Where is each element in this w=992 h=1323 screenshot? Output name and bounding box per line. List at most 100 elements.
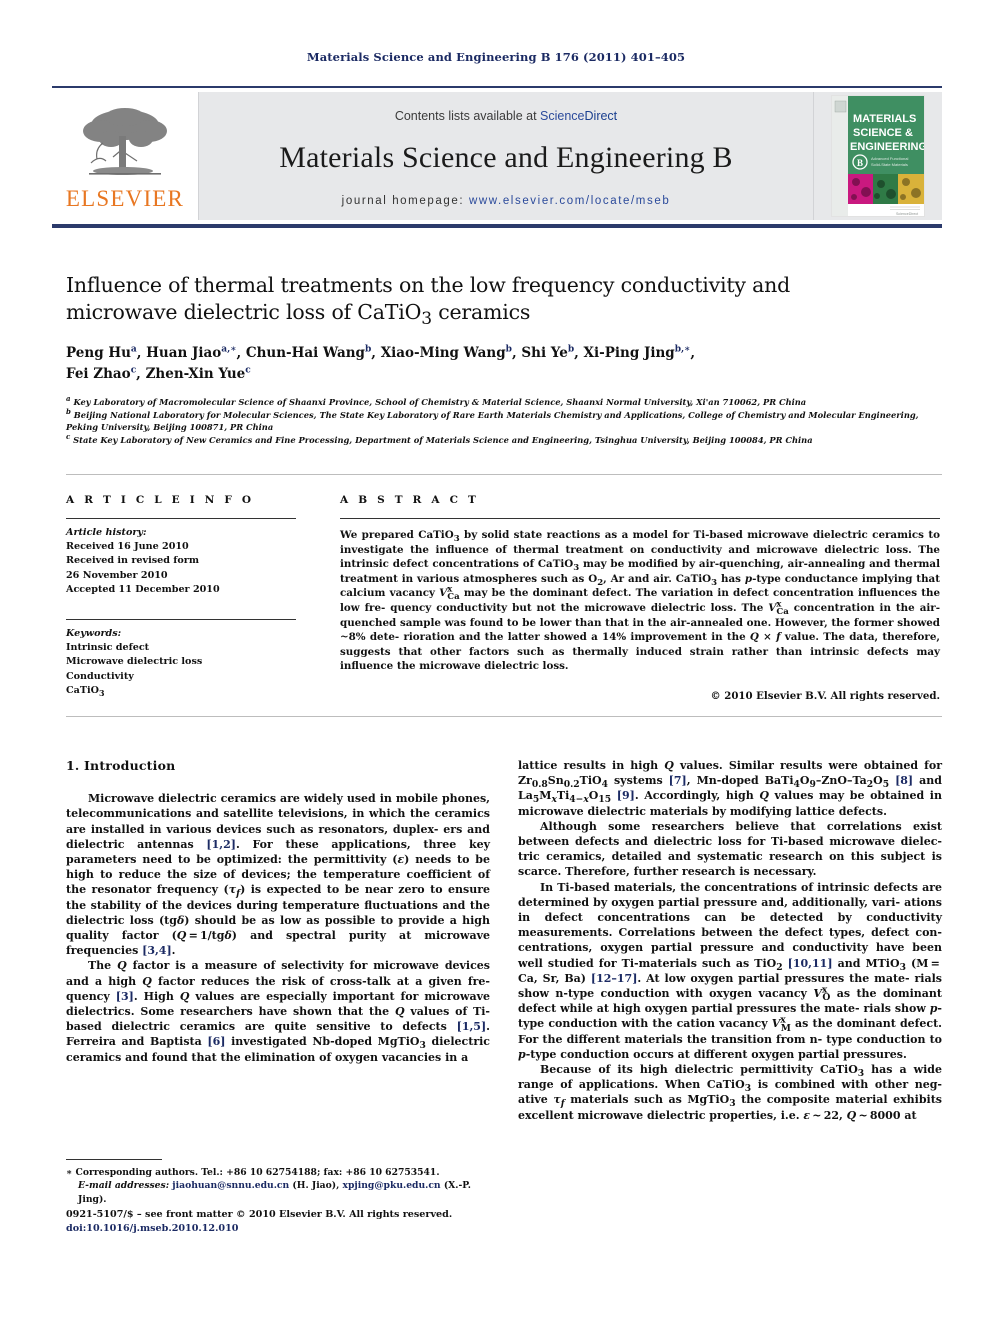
masthead-center: Contents lists available at ScienceDirec…: [198, 92, 814, 220]
author-affil-marker: b,∗: [674, 344, 691, 355]
title-line-2-post: ceramics: [431, 300, 531, 324]
affiliation-text: Key Laboratory of Macromolecular Science…: [73, 397, 807, 407]
abstract-copyright: © 2010 Elsevier B.V. All rights reserved…: [710, 689, 941, 702]
email-link-jing[interactable]: xpjing@pku.edu.cn: [343, 1180, 441, 1191]
section-heading-introduction: 1. Introduction: [66, 758, 176, 773]
citation-link[interactable]: [10,11]: [788, 957, 833, 970]
body-column-left: 1. Introduction Microwave dielectric cer…: [66, 758, 490, 1065]
keywords-label: Keywords:: [66, 628, 122, 640]
author-item: Huan Jiaoa,∗,: [146, 344, 246, 361]
citation-link[interactable]: [7]: [669, 774, 687, 787]
issn-prefix: 0921-5107/$ – see front matter: [66, 1209, 237, 1220]
paragraph: Microwave dielectric ceramics are widely…: [66, 792, 491, 958]
keywords-divider: [66, 619, 296, 621]
affiliation-list: a Key Laboratory of Macromolecular Scien…: [66, 394, 936, 446]
citation-link[interactable]: [3,4]: [142, 944, 172, 957]
elsevier-tree-icon: [83, 107, 167, 175]
email-addresses-label: E-mail addresses:: [78, 1180, 170, 1192]
footnote-rule: [66, 1159, 162, 1160]
article-info-divider: [66, 518, 296, 519]
publication-meta: 0921-5107/$ – see front matter © 2010 El…: [66, 1208, 566, 1236]
footnote-corresponding-author: ∗ Corresponding authors. Tel.: +86 10 62…: [66, 1167, 471, 1205]
sciencedirect-link-science[interactable]: Science: [540, 109, 584, 123]
svg-text:B: B: [857, 158, 863, 168]
author-item: Zhen-Xin Yuec: [146, 366, 251, 382]
abstract-block: A B S T R A C T We prepared CaTiO3 by so…: [340, 494, 940, 702]
journal-homepage-line: journal homepage: www.elsevier.com/locat…: [342, 195, 671, 207]
affiliation-marker: b: [66, 406, 71, 416]
citation-link[interactable]: [6]: [207, 1035, 225, 1048]
keyword-item-catio3: CaTiO3: [66, 684, 105, 698]
paragraph: In Ti-based materials, the concentration…: [518, 880, 942, 1061]
article-history-label: Article history:: [66, 527, 147, 538]
author-list: Peng Hua, Huan Jiaoa,∗, Chun-Hai Wangb, …: [66, 343, 896, 385]
history-item: Accepted 11 December 2010: [66, 583, 220, 595]
svg-text:SCIENCE &: SCIENCE &: [853, 127, 913, 139]
affiliation-marker: a: [66, 394, 71, 404]
author-item: Xiao-Ming Wangb,: [380, 344, 522, 361]
author-name: Huan Jiao: [146, 345, 222, 361]
author-name: Chun-Hai Wang: [245, 345, 365, 361]
author-affil-marker: c: [245, 365, 251, 376]
journal-masthead: ELSEVIER Contents lists available at Sci…: [52, 86, 942, 220]
panel-top-rule: [66, 474, 942, 475]
doi-link[interactable]: doi:10.1016/j.mseb.2010.12.010: [66, 1222, 566, 1236]
citation-link[interactable]: [1,5]: [457, 1020, 487, 1033]
sciencedirect-link-direct[interactable]: Direct: [585, 109, 618, 123]
abstract-text: We prepared CaTiO3 by solid state reacti…: [340, 529, 941, 673]
keywords-block: Keywords: Intrinsic defect Microwave die…: [66, 627, 296, 698]
author-affil-marker: a,∗: [221, 344, 237, 355]
paragraph: Although some researchers believe that c…: [518, 819, 942, 879]
keyword-item: Conductivity: [66, 670, 134, 682]
contents-available-line: Contents lists available at ScienceDirec…: [395, 109, 617, 123]
author-item: Peng Hua,: [66, 344, 147, 361]
citation-link[interactable]: [1,2]: [206, 838, 236, 851]
author-item: Shi Yeb,: [521, 344, 584, 361]
author-name: Zhen-Xin Yue: [145, 366, 246, 382]
author-name: Fei Zhao: [66, 366, 131, 382]
author-name: Shi Ye: [521, 345, 568, 361]
elsevier-logo: ELSEVIER: [52, 92, 198, 220]
title-line-1: Influence of thermal treatments on the l…: [66, 273, 791, 297]
citation-link[interactable]: [12–17]: [591, 972, 638, 985]
abstract-divider: [340, 518, 940, 519]
abstract-heading: A B S T R A C T: [340, 494, 480, 506]
title-line-2-pre: microwave dielectric loss of CaTiO: [66, 300, 422, 324]
article-info-block: A R T I C L E I N F O Article history: R…: [66, 494, 296, 698]
affiliation-marker: c: [66, 431, 71, 441]
homepage-url-link[interactable]: www.elsevier.com/locate/mseb: [469, 195, 670, 207]
journal-cover-image: MATERIALS SCIENCE & ENGINEERING B Advanc…: [831, 95, 925, 217]
journal-cover-art: MATERIALS SCIENCE & ENGINEERING B Advanc…: [832, 96, 924, 216]
affiliation-text: Beijing National Laboratory for Molecula…: [66, 409, 919, 433]
svg-text:ENGINEERING: ENGINEERING: [850, 141, 924, 153]
history-item: Received in revised form: [66, 555, 200, 567]
contents-prefix: Contents lists available at: [394, 109, 541, 123]
article-info-heading: A R T I C L E I N F O: [66, 494, 255, 506]
homepage-label: journal homepage:: [341, 195, 465, 207]
author-name: Xiao-Ming Wang: [380, 345, 506, 361]
affiliation-item: b Beijing National Laboratory for Molecu…: [66, 406, 936, 434]
affiliation-text: State Key Laboratory of New Ceramics and…: [73, 434, 813, 445]
svg-text:Solid-State Materials: Solid-State Materials: [871, 162, 908, 167]
elsevier-wordmark: ELSEVIER: [65, 185, 185, 211]
svg-text:ScienceDirect: ScienceDirect: [896, 212, 918, 216]
citation-link[interactable]: [9]: [617, 789, 635, 802]
citation-link[interactable]: [3]: [116, 990, 134, 1003]
masthead-bottom-rule: [52, 224, 942, 228]
paragraph: lattice results in high Q values. Simila…: [518, 759, 943, 818]
footnote-text: Corresponding authors. Tel.: +86 10 6275…: [72, 1167, 440, 1178]
journal-cover-cell: MATERIALS SCIENCE & ENGINEERING B Advanc…: [814, 92, 942, 220]
email-link-jiao[interactable]: jiaohuan@snnu.edu.cn: [172, 1180, 289, 1191]
paragraph: The Q factor is a measure of selectivity…: [66, 959, 491, 1064]
title-subscript: 3: [421, 309, 432, 330]
svg-text:Advanced Functional: Advanced Functional: [871, 156, 908, 161]
issn-front-matter-line: 0921-5107/$ – see front matter © 2010 El…: [66, 1208, 566, 1222]
keyword-item: Microwave dielectric loss: [66, 656, 203, 668]
keyword-item: Intrinsic defect: [66, 642, 150, 654]
citation-link[interactable]: [8]: [895, 774, 913, 787]
paragraph: Because of its high dielectric permittiv…: [518, 1063, 942, 1122]
svg-text:MATERIALS: MATERIALS: [853, 113, 916, 125]
journal-title: Materials Science and Engineering B: [279, 141, 733, 174]
running-head: Materials Science and Engineering B 176 …: [306, 50, 686, 64]
body-column-right: lattice results in high Q values. Simila…: [518, 758, 942, 1123]
